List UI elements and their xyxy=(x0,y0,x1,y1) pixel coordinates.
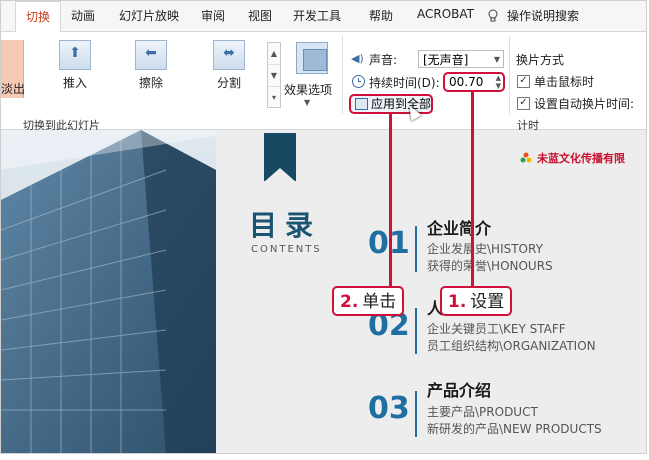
apply-to-all-button[interactable]: 应用到全部 xyxy=(349,94,433,114)
tab-help[interactable]: 帮助 xyxy=(369,7,393,24)
ribbon-panel: 淡出 ⬆ 推入 ⬅ 擦除 ⬌ 分割 ▲ ▼ ▾ 效果选项 ▼ 切换到此幻灯片 ◀… xyxy=(1,32,646,132)
section-divider xyxy=(415,391,417,437)
section-line: 企业关键员工\KEY STAFF xyxy=(427,322,566,336)
section-line: 企业发展史\HISTORY xyxy=(427,242,543,256)
tab-acrobat[interactable]: ACROBAT xyxy=(417,7,474,21)
apply-all-icon xyxy=(355,98,368,110)
step2-text: 单击 xyxy=(362,292,397,312)
duration-input[interactable]: 00.70 ▲ ▼ xyxy=(443,72,505,92)
section-divider xyxy=(415,308,417,354)
push-transition-label: 推入 xyxy=(62,76,87,90)
ribbon-tab-bar: 切换 动画 幻灯片放映 审阅 视图 开发工具 帮助 ACROBAT 操作说明搜索 xyxy=(1,1,646,33)
effect-options-button[interactable]: 效果选项 xyxy=(284,81,332,98)
section-title: 产品介绍 xyxy=(427,381,492,400)
tab-slideshow[interactable]: 幻灯片放映 xyxy=(119,7,179,24)
fade-transition-label: 淡出 xyxy=(1,82,26,96)
wipe-transition-button[interactable]: ⬅ 擦除 xyxy=(123,40,179,91)
sound-value: [无声音] xyxy=(423,53,469,67)
step2-number: 2. xyxy=(340,292,359,312)
effect-options-icon[interactable] xyxy=(296,42,328,74)
sound-label: 声音: xyxy=(369,53,398,67)
transition-gallery-scroller[interactable]: ▲ ▼ ▾ xyxy=(267,42,281,108)
split-transition-button[interactable]: ⬌ 分割 xyxy=(201,40,257,91)
chevron-down-icon: ▼ xyxy=(493,55,500,64)
powerpoint-window: 切换 动画 幻灯片放映 审阅 视图 开发工具 帮助 ACROBAT 操作说明搜索… xyxy=(0,0,647,454)
gallery-scroll-up-icon[interactable]: ▲ xyxy=(268,43,280,65)
tell-me-search[interactable]: 操作说明搜索 xyxy=(507,7,579,24)
tab-animations[interactable]: 动画 xyxy=(71,7,95,24)
annotation-connector xyxy=(471,92,474,286)
wipe-arrow-left-icon: ⬅ xyxy=(135,40,167,70)
duration-label: 持续时间(D): xyxy=(369,76,440,90)
speaker-icon: ◀) xyxy=(351,52,364,65)
company-logo-icon xyxy=(520,152,532,163)
push-arrow-up-icon: ⬆ xyxy=(59,40,91,70)
slide-canvas[interactable]: 目录 CONTENTS 未蓝文化传播有限 01 企业简介 企业发展史\HISTO… xyxy=(1,130,646,453)
lightbulb-icon xyxy=(488,9,498,22)
duration-value: 00.70 xyxy=(449,75,484,89)
slide-heading: 目录 xyxy=(249,209,322,242)
on-click-label: 单击鼠标时 xyxy=(534,75,595,89)
on-click-checkbox[interactable]: ✓ xyxy=(517,75,530,88)
section-line: 员工组织结构\ORGANIZATION xyxy=(427,339,596,353)
section-number: 03 xyxy=(368,391,410,426)
duration-spinner-icon[interactable]: ▲ ▼ xyxy=(496,74,501,90)
apply-to-all-label: 应用到全部 xyxy=(371,97,432,111)
section-line: 主要产品\PRODUCT xyxy=(427,405,538,419)
section-title: 企业简介 xyxy=(427,219,492,238)
wipe-transition-label: 擦除 xyxy=(138,76,163,90)
step1-number: 1. xyxy=(448,292,467,312)
slide-subheading: CONTENTS xyxy=(251,244,322,255)
push-transition-button[interactable]: ⬆ 推入 xyxy=(47,40,103,91)
section-divider xyxy=(415,226,417,272)
step1-callout: 1. 设置 xyxy=(440,286,513,316)
chevron-down-icon: ▼ xyxy=(304,98,311,107)
bookmark-ribbon-icon xyxy=(264,133,296,182)
group-divider xyxy=(509,36,510,114)
tab-view[interactable]: 视图 xyxy=(248,7,272,24)
gallery-expand-icon[interactable]: ▾ xyxy=(268,87,280,108)
sound-dropdown[interactable]: [无声音] ▼ xyxy=(418,50,504,68)
section-line: 新研发的产品\NEW PRODUCTS xyxy=(427,422,602,436)
clock-icon xyxy=(352,75,365,88)
auto-advance-checkbox[interactable]: ✓ xyxy=(517,97,530,110)
tab-review[interactable]: 审阅 xyxy=(201,7,225,24)
split-transition-label: 分割 xyxy=(216,76,241,90)
step1-text: 设置 xyxy=(470,292,505,312)
auto-advance-label: 设置自动换片时间: xyxy=(534,97,635,111)
company-brand-name: 未蓝文化传播有限 xyxy=(537,152,625,165)
annotation-connector xyxy=(389,114,392,286)
tab-transitions[interactable]: 切换 xyxy=(15,1,62,33)
group-divider xyxy=(342,36,343,114)
tab-developer[interactable]: 开发工具 xyxy=(293,7,341,24)
gallery-scroll-down-icon[interactable]: ▼ xyxy=(268,65,280,87)
step2-callout: 2. 单击 xyxy=(332,286,405,316)
advance-slide-title: 换片方式 xyxy=(516,53,565,67)
split-arrows-icon: ⬌ xyxy=(213,40,245,70)
section-line: 获得的荣誉\HONOURS xyxy=(427,259,553,273)
building-photo xyxy=(1,130,216,453)
